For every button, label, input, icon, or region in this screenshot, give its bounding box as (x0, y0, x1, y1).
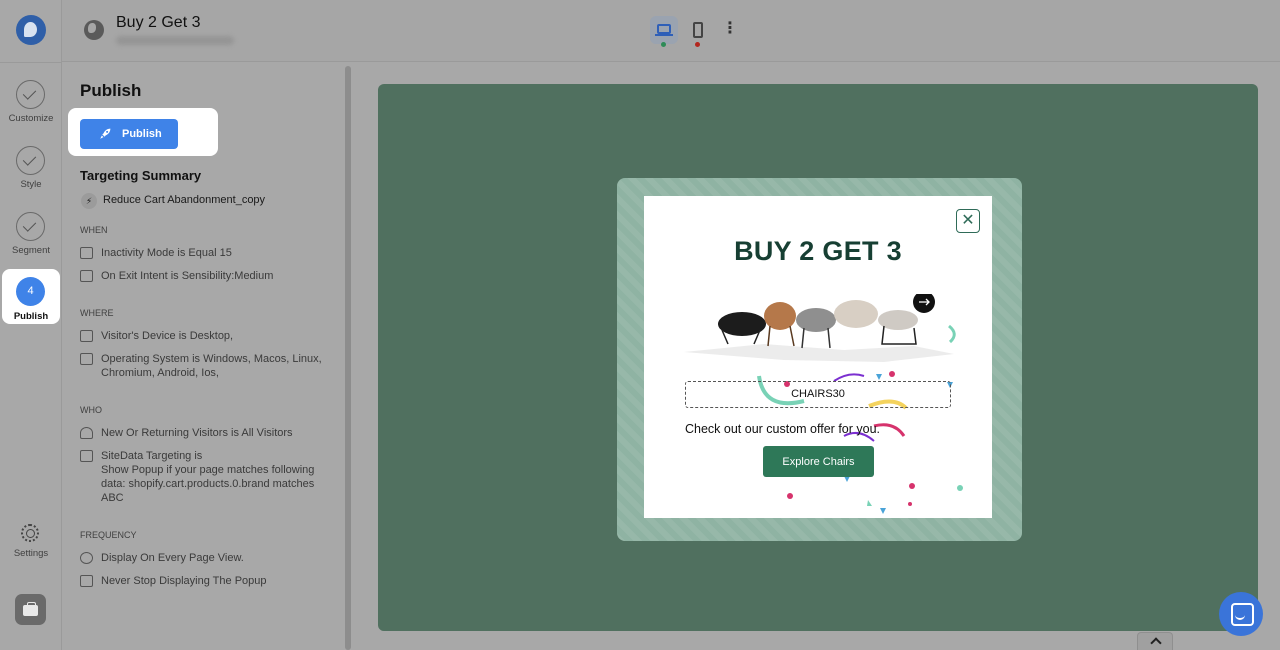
section-frequency-label: FREQUENCY (80, 530, 137, 540)
publish-button[interactable]: Publish (80, 119, 178, 149)
laptop-icon (80, 330, 93, 342)
settings-button[interactable]: Settings (0, 522, 62, 562)
rail-divider (0, 62, 62, 63)
site-data-icon (80, 450, 93, 462)
offer-text: Check out our custom offer for you. (685, 422, 881, 436)
settings-label: Settings (13, 548, 49, 559)
popup-preview: ✕ BUY 2 GET 3 CHAIRS30 Check out our cus… (644, 196, 992, 518)
check-icon (16, 212, 45, 241)
user-icon (80, 427, 93, 439)
campaign-title: Buy 2 Get 3 (116, 14, 201, 31)
mobile-status-dot (695, 42, 700, 47)
segment-name: Reduce Cart Abandonment_copy (103, 194, 266, 206)
step-style[interactable]: Style (0, 146, 62, 202)
history-icon (80, 552, 93, 564)
mobile-preview-button[interactable] (684, 16, 712, 44)
desktop-status-dot (661, 42, 666, 47)
briefcase-icon[interactable] (15, 594, 46, 625)
step-publish[interactable]: 4 Publish (2, 269, 60, 324)
step-customize[interactable]: Customize (0, 80, 62, 136)
step-label: Customize (8, 113, 54, 124)
monitor-icon (80, 575, 93, 587)
desktop-icon (657, 24, 671, 34)
monitor-icon (80, 270, 93, 282)
targeting-row-text: New Or Returning Visitors is All Visitor… (101, 427, 293, 439)
more-options-icon[interactable]: ⋮ (722, 20, 738, 40)
mobile-icon (693, 22, 703, 38)
publish-button-label: Publish (122, 128, 162, 140)
bolt-icon: ⚡ (81, 193, 97, 209)
step-number-badge: 4 (16, 277, 45, 306)
step-label: Style (20, 179, 42, 190)
step-label: Segment (11, 245, 51, 256)
targeting-row-text: Never Stop Displaying The Popup (101, 575, 267, 587)
app-logo-icon[interactable] (16, 15, 46, 45)
copy-icon (80, 247, 93, 259)
globe-icon (84, 20, 104, 40)
panel-title: Publish (80, 81, 142, 100)
popup-headline: BUY 2 GET 3 (734, 236, 902, 266)
targeting-row-text: Visitor's Device is Desktop, (101, 330, 234, 342)
top-bar: Buy 2 Get 3 ⋮ (62, 0, 1280, 62)
check-icon (16, 146, 45, 175)
left-rail: Customize Style Segment 4 Publish Settin… (0, 0, 62, 650)
gear-icon (21, 524, 39, 542)
chat-support-icon[interactable] (1219, 592, 1263, 636)
check-icon (16, 80, 45, 109)
chairs-image (684, 294, 954, 362)
desktop-preview-button[interactable] (650, 16, 678, 44)
rocket-icon (100, 128, 111, 139)
step-label: Publish (13, 311, 49, 322)
targeting-summary-title: Targeting Summary (80, 168, 202, 183)
desktop-icon-base (655, 34, 673, 36)
targeting-row-text: Display On Every Page View. (101, 552, 244, 564)
section-where-label: WHERE (80, 308, 114, 318)
targeting-row-text: Inactivity Mode is Equal 15 (101, 247, 232, 259)
close-icon[interactable]: ✕ (956, 209, 980, 233)
targeting-row-text: On Exit Intent is Sensibility:Medium (101, 270, 274, 282)
panel-scrollbar[interactable] (345, 66, 351, 650)
explore-chairs-button[interactable]: Explore Chairs (763, 446, 874, 477)
section-who-label: WHO (80, 405, 102, 415)
targeting-row-text: Operating System is Windows, Macos, Linu… (101, 353, 322, 379)
targeting-row-text: Show Popup if your page matches followin… (101, 464, 315, 504)
step-segment[interactable]: Segment (0, 212, 62, 268)
coupon-code-box[interactable]: CHAIRS30 (685, 381, 951, 408)
collapse-panel-button[interactable] (1137, 632, 1173, 650)
laptop-icon (80, 353, 93, 365)
campaign-url-blurred (116, 36, 234, 45)
targeting-row-text: SiteData Targeting is (101, 450, 203, 462)
section-when-label: WHEN (80, 225, 108, 235)
